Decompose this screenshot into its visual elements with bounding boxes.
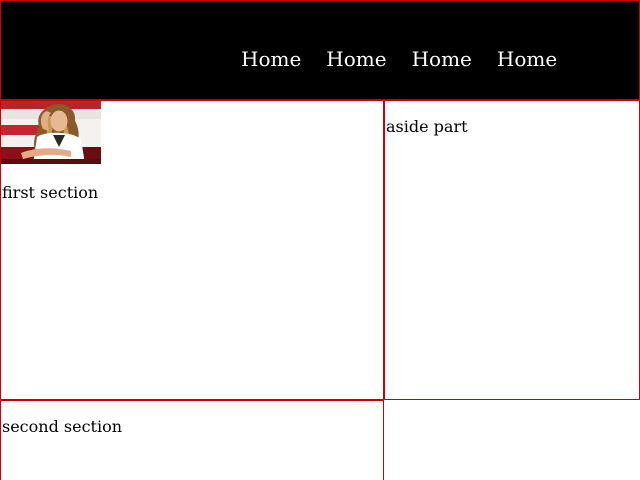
site-header: Home Home Home Home [0,0,640,100]
main-nav: Home Home Home Home [233,45,574,73]
first-section-text: first section [2,183,99,202]
nav-link-home-3[interactable]: Home [404,45,480,73]
first-section: first section [0,100,384,400]
second-section-text: second section [2,417,123,436]
aside-text: aside part [386,117,468,136]
nav-link-home-1[interactable]: Home [233,45,309,73]
page: Home Home Home Home first section aside … [0,0,640,480]
section-photo [1,101,101,164]
nav-link-home-4[interactable]: Home [489,45,565,73]
second-section: second section [0,400,384,480]
nav-link-home-2[interactable]: Home [318,45,394,73]
aside-part: aside part [384,100,640,400]
